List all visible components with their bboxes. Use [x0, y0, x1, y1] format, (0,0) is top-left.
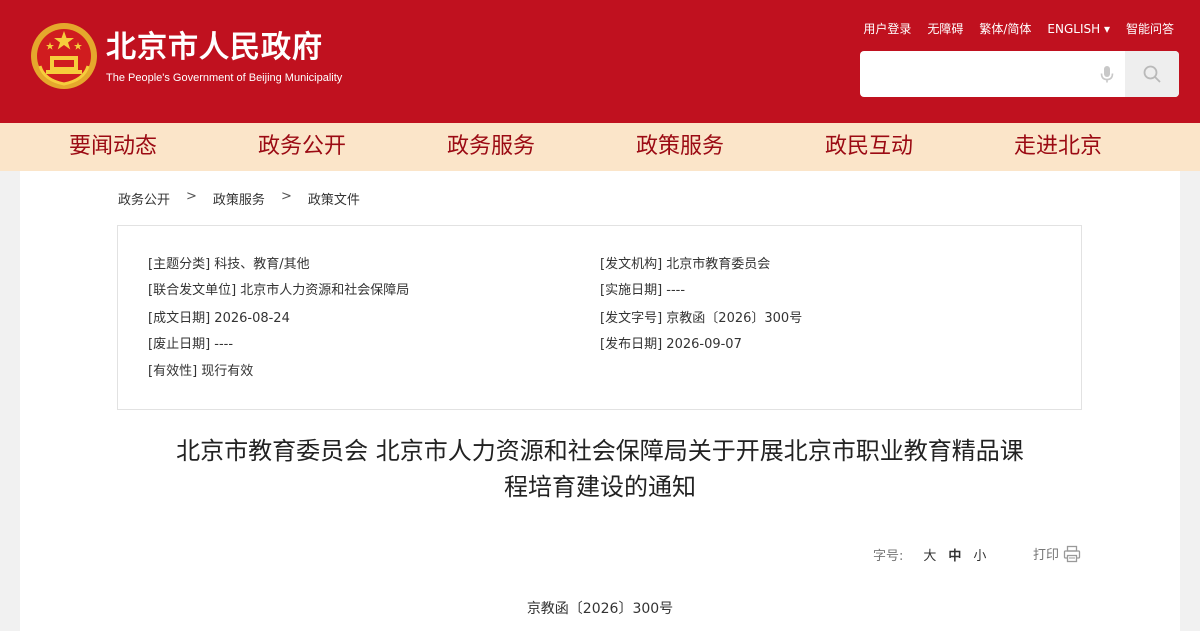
info-validity: [有效性] 现行有效: [148, 363, 253, 381]
info-repealed-date: [废止日期] ----: [148, 336, 233, 354]
top-links: 用户登录 无障碍 繁体/简体 ENGLISH ▾ 智能问答: [863, 19, 1174, 39]
site-header: 北京市人民政府 The People's Government of Beiji…: [0, 0, 1200, 123]
microphone-icon[interactable]: [1097, 64, 1117, 84]
document-title: 北京市教育委员会 北京市人力资源和社会保障局关于开展北京市职业教育精品课 程培育…: [110, 433, 1090, 505]
search-button[interactable]: [1125, 51, 1179, 97]
nav-item-gov-services[interactable]: 政务服务: [447, 123, 535, 171]
nav-item-news[interactable]: 要闻动态: [69, 123, 157, 171]
search-icon: [1143, 65, 1161, 83]
print-button[interactable]: 打印: [1033, 544, 1081, 563]
font-size-small[interactable]: 小: [973, 545, 986, 564]
accessibility-link[interactable]: 无障碍: [927, 19, 963, 39]
document-info-box: [主题分类] 科技、教育/其他 [联合发文单位] 北京市人力资源和社会保障局 […: [117, 225, 1082, 410]
info-issuer: [发文机构] 北京市教育委员会: [600, 256, 770, 274]
breadcrumb-separator: >: [186, 189, 197, 204]
smart-qa-link[interactable]: 智能问答: [1126, 19, 1174, 39]
breadcrumb-separator: >: [280, 189, 292, 204]
info-document-number-value: 京教函〔2026〕300号: [666, 311, 803, 326]
site-title[interactable]: 北京市人民政府: [106, 30, 323, 66]
info-joint-issuer: [联合发文单位] 北京市人力资源和社会保障局: [148, 282, 409, 300]
info-validity-value: 现行有效: [201, 364, 254, 379]
national-emblem-icon[interactable]: [30, 22, 98, 90]
breadcrumb-item-policy-services[interactable]: 政策服务: [213, 189, 265, 208]
info-published-date: [发布日期] 2026-09-07: [600, 336, 742, 354]
site-subtitle: The People's Government of Beijing Munic…: [106, 72, 343, 84]
print-label: 打印: [1033, 548, 1060, 563]
info-created-date: [成文日期] 2026-08-24: [148, 310, 290, 328]
info-effective-date: [实施日期] ----: [600, 282, 685, 300]
info-effective-date-label: [实施日期]: [600, 283, 663, 298]
info-category-label: [主题分类]: [148, 257, 211, 272]
breadcrumb-item-policy-documents[interactable]: 政策文件: [308, 189, 360, 208]
info-category: [主题分类] 科技、教育/其他: [148, 256, 310, 274]
info-category-value: 科技、教育/其他: [214, 257, 310, 272]
info-validity-label: [有效性]: [148, 364, 198, 379]
font-size-selector: 字号: 大 中 小: [873, 545, 986, 564]
nav-item-gov-affairs-open[interactable]: 政务公开: [258, 123, 346, 171]
nav-item-policy-services[interactable]: 政策服务: [636, 123, 724, 171]
printer-icon: [1063, 545, 1081, 562]
nav-item-interaction[interactable]: 政民互动: [825, 123, 913, 171]
document-title-line-1: 北京市教育委员会 北京市人力资源和社会保障局关于开展北京市职业教育精品课: [176, 437, 1024, 465]
info-joint-issuer-label: [联合发文单位]: [148, 283, 237, 298]
breadcrumb: 政务公开 > 政策服务 > 政策文件: [118, 189, 360, 208]
info-created-date-value: 2026-08-24: [214, 311, 290, 326]
english-dropdown[interactable]: ENGLISH ▾: [1047, 19, 1110, 39]
info-published-date-label: [发布日期]: [600, 337, 663, 352]
document-title-line-2: 程培育建设的通知: [504, 473, 696, 501]
nav-item-about-beijing[interactable]: 走进北京: [1014, 123, 1102, 171]
search-input[interactable]: [860, 51, 1114, 97]
breadcrumb-item-gov-affairs-open[interactable]: 政务公开: [118, 189, 170, 208]
login-link[interactable]: 用户登录: [863, 19, 911, 39]
font-size-label: 字号:: [873, 549, 904, 564]
info-effective-date-value: ----: [666, 283, 686, 298]
info-issuer-value: 北京市教育委员会: [666, 257, 771, 272]
info-joint-issuer-value: 北京市人力资源和社会保障局: [240, 283, 410, 298]
font-size-large[interactable]: 大: [923, 545, 936, 564]
info-repealed-date-value: ----: [214, 337, 234, 352]
search-box: [860, 51, 1179, 97]
info-document-number: [发文字号] 京教函〔2026〕300号: [600, 310, 802, 328]
font-size-medium[interactable]: 中: [948, 545, 961, 564]
info-repealed-date-label: [废止日期]: [148, 337, 211, 352]
info-created-date-label: [成文日期]: [148, 311, 211, 326]
document-number: 京教函〔2026〕300号: [526, 601, 674, 617]
traditional-simplified-link[interactable]: 繁体/简体: [979, 19, 1031, 39]
info-published-date-value: 2026-09-07: [666, 337, 742, 352]
info-document-number-label: [发文字号]: [600, 311, 663, 326]
info-issuer-label: [发文机构]: [600, 257, 663, 272]
main-nav: 要闻动态 政务公开 政务服务 政策服务 政民互动 走进北京: [0, 123, 1200, 171]
